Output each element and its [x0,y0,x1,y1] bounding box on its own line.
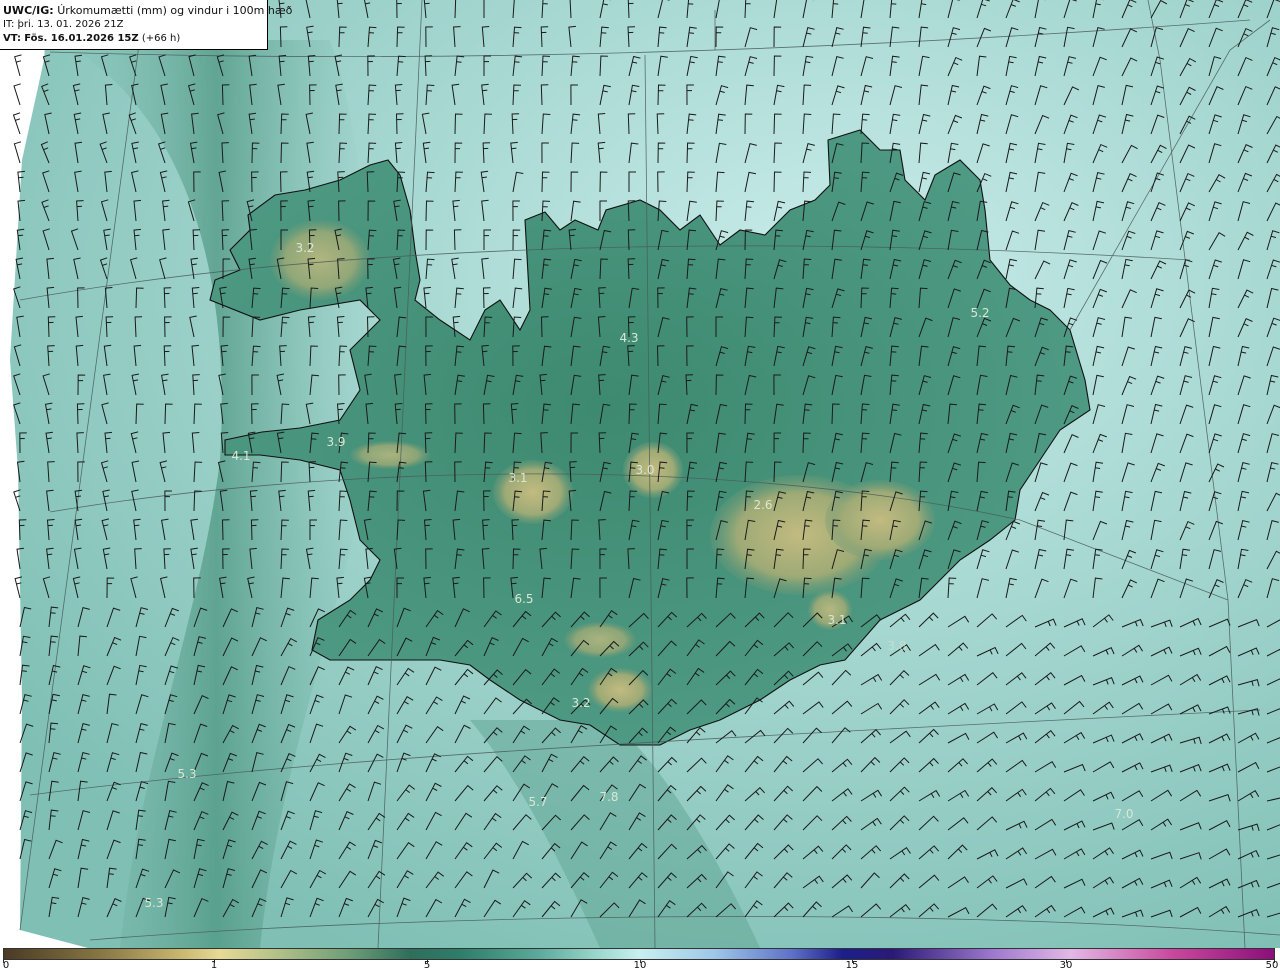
colorbar-tick-label: 10 [633,960,647,971]
wind-barb [14,54,22,77]
valid-label: VT: [3,33,22,44]
colorbar-tick-label: 30 [1059,960,1073,971]
value-label: 4.3 [619,331,639,345]
value-label: 3.8 [887,639,907,653]
colorbar-gradient [3,948,1275,960]
value-label: 3.1 [508,471,528,485]
colorbar-tick-label: 50 [1265,960,1279,971]
wind-barb [13,141,22,164]
southern-highland [564,622,636,658]
value-label: 3.0 [635,463,655,477]
value-label: 5.3 [144,896,164,910]
myrdalsjokull-highland [588,668,652,712]
product-code: UWC/IG: [3,4,54,17]
value-label: 3.2 [295,241,315,255]
value-label: 7.0 [1114,807,1134,821]
lead-time: (+66 h) [141,33,181,44]
value-label: 5.2 [970,306,990,320]
vatnajokull-east [825,480,935,560]
title-line: UWC/IG: Úrkomumætti (mm) og vindur i 100… [3,4,292,18]
value-label: 2.6 [753,498,773,512]
colorbar: 0 1 5 10 15 30 50 [0,948,1280,978]
value-label: 7.8 [599,790,619,804]
snaefellsnes-highland [350,441,430,469]
forecast-info-box: UWC/IG: Úrkomumætti (mm) og vindur i 100… [0,0,292,50]
valid-time: Fös. 16.01.2026 15Z [24,33,139,44]
value-label: 3.1 [827,613,847,627]
map-title: Úrkomumætti (mm) og vindur i 100m hæð [57,4,293,17]
value-label: 3.2 [571,696,591,710]
colorbar-tick-label: 15 [845,960,859,971]
langjokull-highland [493,460,573,524]
wind-barb [13,83,21,106]
wind-barb [12,112,21,135]
value-label: 5.3 [177,767,197,781]
value-label: 4.1 [231,449,251,463]
valid-time-line: VT: Fös. 16.01.2026 15Z (+66 h) [3,32,267,46]
value-label: 6.5 [514,592,534,606]
colorbar-tick-label: 5 [423,960,431,971]
value-label: 3.9 [326,435,346,449]
colorbar-tick-label: 0 [2,960,10,971]
value-label: 5.7 [528,795,548,809]
issue-time: IT: þri. 13. 01. 2026 21Z [3,19,124,30]
colorbar-tick-label: 1 [210,960,218,971]
